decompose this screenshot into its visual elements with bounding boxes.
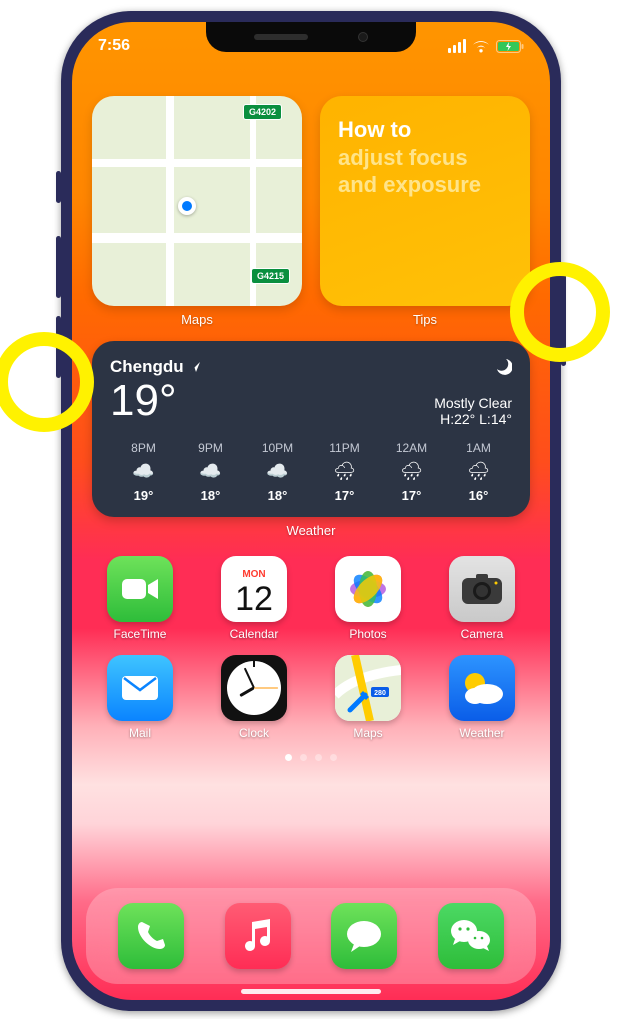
hour-condition-icon: ☁️	[244, 461, 311, 482]
cellular-signal-icon	[448, 39, 466, 53]
weather-widget[interactable]: Chengdu 19° Mostly Clear H:22° L:14° 8PM…	[92, 341, 530, 517]
weather-hour: 11PM 🌧 17°	[311, 441, 378, 503]
hour-condition-icon: 🌧	[445, 461, 512, 482]
app-label: Calendar	[230, 627, 279, 641]
weather-hilo: H:22° L:14°	[434, 411, 512, 427]
front-camera	[358, 32, 368, 42]
mute-switch[interactable]	[56, 171, 61, 203]
maps-widget[interactable]: G4202 G4215	[92, 96, 302, 306]
earpiece	[254, 34, 308, 40]
app-label: Clock	[239, 726, 269, 740]
notch	[206, 22, 416, 52]
hour-temp: 16°	[445, 488, 512, 503]
hour-condition-icon: 🌧	[378, 461, 445, 482]
app-label: Camera	[461, 627, 504, 641]
home-indicator[interactable]	[241, 989, 381, 994]
app-label: Photos	[349, 627, 386, 641]
tips-widget-label: Tips	[320, 312, 530, 327]
current-location-icon	[178, 197, 196, 215]
tips-line2: adjust focus and exposure	[338, 144, 512, 199]
hour-time: 10PM	[244, 441, 311, 455]
maps-app[interactable]: 280	[335, 655, 401, 721]
hour-temp: 18°	[177, 488, 244, 503]
hour-temp: 18°	[244, 488, 311, 503]
route-label: G4202	[243, 104, 282, 120]
hour-time: 9PM	[177, 441, 244, 455]
weather-condition: Mostly Clear	[434, 395, 512, 411]
moon-icon	[434, 357, 512, 375]
dock	[86, 888, 536, 984]
route-label: G4215	[251, 268, 290, 284]
app-label: FaceTime	[114, 627, 167, 641]
weather-hour: 12AM 🌧 17°	[378, 441, 445, 503]
home-screen[interactable]: 7:56	[72, 22, 550, 1000]
weather-current-temp: 19°	[110, 379, 201, 423]
weather-hour: 8PM ☁️ 19°	[110, 441, 177, 503]
weather-widget-label: Weather	[92, 523, 530, 538]
facetime-app[interactable]	[107, 556, 173, 622]
camera-app[interactable]	[449, 556, 515, 622]
app-label: Maps	[353, 726, 382, 740]
iphone-frame: 7:56	[61, 11, 561, 1011]
annotation-circle-right	[510, 262, 610, 362]
svg-text:280: 280	[374, 690, 386, 697]
phone-app[interactable]	[118, 903, 184, 969]
photos-app[interactable]	[335, 556, 401, 622]
hour-time: 1AM	[445, 441, 512, 455]
clock-app[interactable]	[221, 655, 287, 721]
hour-condition-icon: 🌧	[311, 461, 378, 482]
weather-city: Chengdu	[110, 357, 201, 377]
weather-app[interactable]	[449, 655, 515, 721]
app-label: Weather	[459, 726, 504, 740]
volume-up-button[interactable]	[56, 236, 61, 298]
calendar-day: MON	[242, 569, 265, 580]
hour-temp: 17°	[311, 488, 378, 503]
tips-line1: How to	[338, 116, 512, 144]
hour-time: 11PM	[311, 441, 378, 455]
weather-hour: 10PM ☁️ 18°	[244, 441, 311, 503]
clock-face-icon	[227, 661, 281, 715]
hour-condition-icon: ☁️	[177, 461, 244, 482]
hour-condition-icon: ☁️	[110, 461, 177, 482]
hour-temp: 19°	[110, 488, 177, 503]
page-indicator[interactable]	[92, 754, 530, 761]
hour-temp: 17°	[378, 488, 445, 503]
music-app[interactable]	[225, 903, 291, 969]
tips-widget[interactable]: How to adjust focus and exposure	[320, 96, 530, 306]
calendar-date: 12	[235, 582, 273, 616]
weather-hour: 1AM 🌧 16°	[445, 441, 512, 503]
battery-charging-icon	[496, 40, 524, 53]
app-label: Mail	[129, 726, 151, 740]
location-arrow-icon	[189, 361, 201, 373]
mail-app[interactable]	[107, 655, 173, 721]
hour-time: 12AM	[378, 441, 445, 455]
weather-hour: 9PM ☁️ 18°	[177, 441, 244, 503]
wechat-app[interactable]	[438, 903, 504, 969]
messages-app[interactable]	[331, 903, 397, 969]
hour-time: 8PM	[110, 441, 177, 455]
status-time: 7:56	[98, 37, 130, 55]
wifi-icon	[472, 40, 490, 53]
maps-widget-label: Maps	[92, 312, 302, 327]
calendar-app[interactable]: MON 12	[221, 556, 287, 622]
